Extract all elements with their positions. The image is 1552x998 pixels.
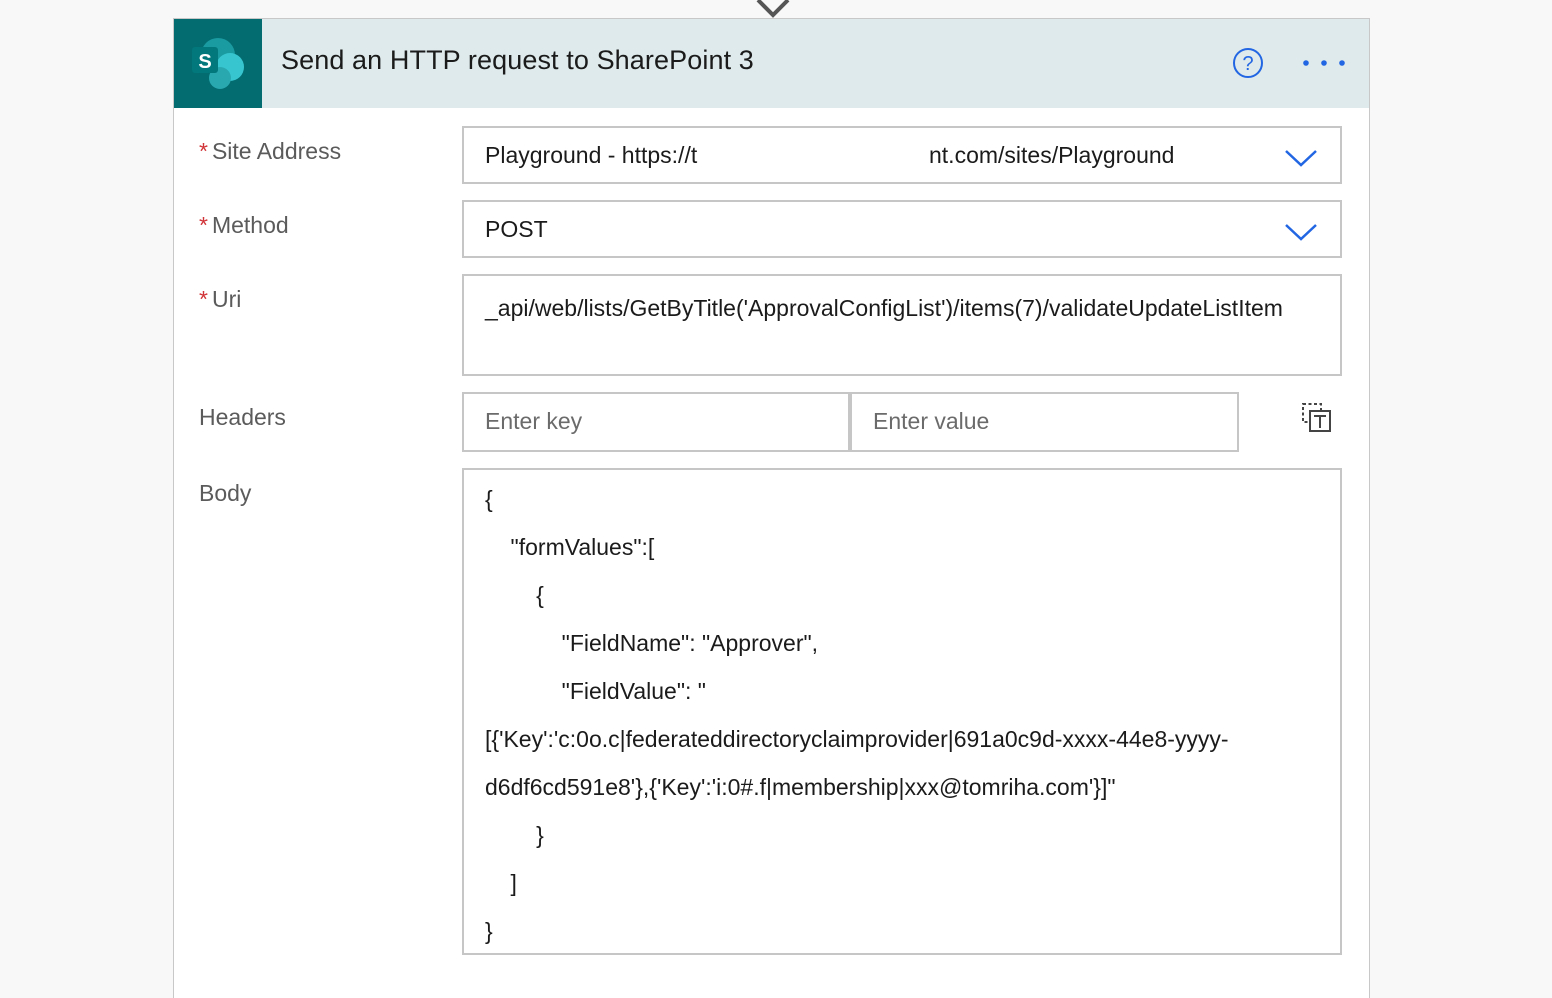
header-key-input[interactable]: Enter key (462, 392, 850, 452)
switch-to-text-mode-icon[interactable] (1301, 402, 1333, 434)
site-address-value-end: nt.com/sites/Playground (929, 142, 1175, 168)
header-key-placeholder: Enter key (485, 408, 583, 434)
body-line: { (485, 486, 493, 512)
body-line: "FieldName": "Approver", (485, 630, 819, 656)
body-line: "FieldValue": " (485, 678, 706, 704)
body-line: } (485, 822, 544, 848)
body-line: d6df6cd591e8'},{'Key':'i:0#.f|membership… (485, 774, 1116, 800)
more-options-icon[interactable] (1300, 55, 1348, 71)
header-value-input[interactable]: Enter value (850, 392, 1239, 452)
required-mark: * (199, 138, 208, 164)
method-dropdown[interactable]: POST (462, 200, 1342, 258)
body-line: "formValues":[ (485, 534, 655, 560)
headers-label: Headers (199, 404, 286, 430)
action-card: S Send an HTTP request to SharePoint 3 ?… (173, 18, 1370, 998)
svg-text:?: ? (1242, 53, 1253, 75)
chevron-down-icon[interactable] (1284, 148, 1318, 168)
logo-letter: S (198, 51, 211, 73)
body-code: { "formValues":[ { "FieldName": "Approve… (485, 475, 1320, 955)
method-label: * Method (199, 212, 289, 239)
sharepoint-logo-icon: S (174, 19, 262, 108)
uri-label-text: Uri (211, 286, 242, 312)
chevron-down-icon[interactable] (1284, 222, 1318, 242)
body-line: ] (485, 870, 517, 896)
uri-input[interactable]: _api/web/lists/GetByTitle('ApprovalConfi… (462, 274, 1342, 376)
method-value: POST (485, 216, 548, 242)
body-line: } (485, 918, 493, 944)
body-label: Body (199, 480, 252, 506)
site-address-value-start: Playground - https://t (485, 142, 698, 168)
body-line: { (485, 582, 544, 608)
required-mark: * (199, 212, 208, 238)
required-mark: * (199, 286, 208, 312)
header-value-placeholder: Enter value (873, 408, 990, 434)
body-input[interactable]: { "formValues":[ { "FieldName": "Approve… (462, 468, 1342, 955)
card-header[interactable]: S Send an HTTP request to SharePoint 3 ? (174, 19, 1369, 108)
help-icon[interactable]: ? (1232, 47, 1264, 79)
uri-value: _api/web/lists/GetByTitle('ApprovalConfi… (485, 295, 1283, 321)
connector-arrow-icon (756, 0, 790, 18)
body-line: [{'Key':'c:0o.c|federateddirectoryclaimp… (485, 726, 1229, 752)
method-label-text: Method (211, 212, 289, 238)
uri-label: * Uri (199, 286, 241, 313)
card-title: Send an HTTP request to SharePoint 3 (281, 45, 754, 75)
site-address-dropdown[interactable]: Playground - https://t nt.com/sites/Play… (462, 126, 1342, 184)
site-address-label: * Site Address (199, 138, 341, 165)
site-address-label-text: Site Address (211, 138, 342, 164)
